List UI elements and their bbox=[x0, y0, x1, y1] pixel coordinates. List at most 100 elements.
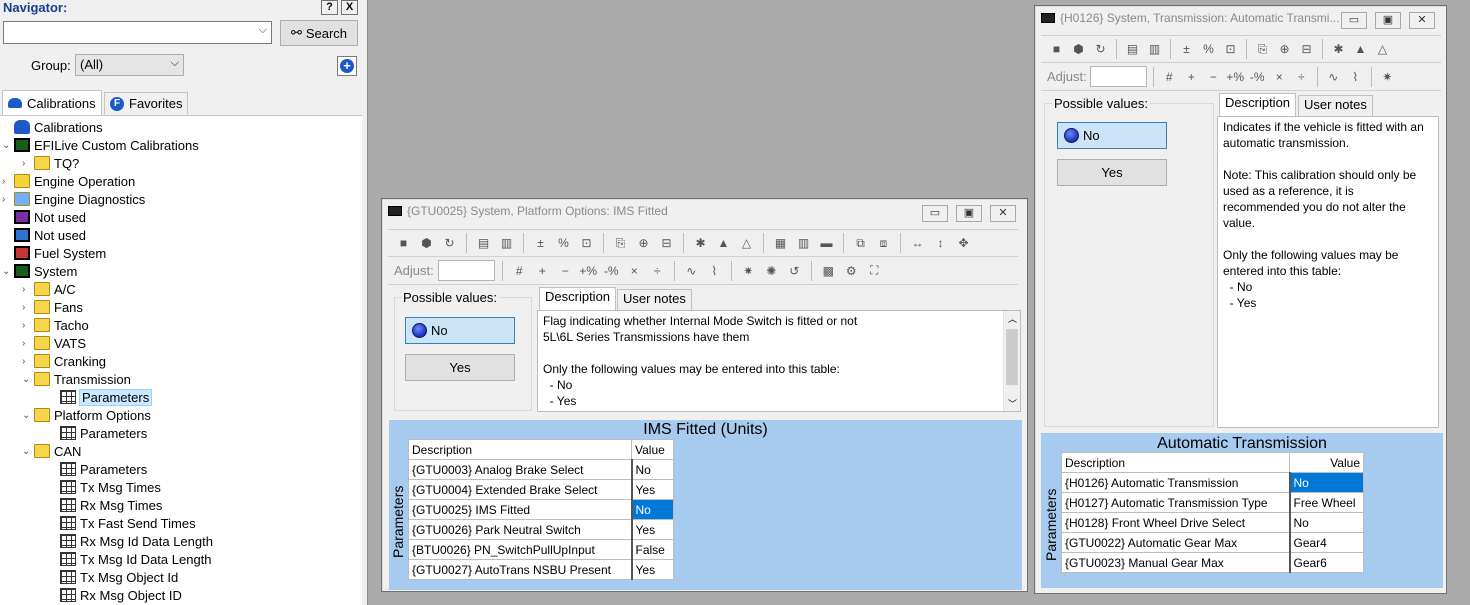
row-value-cell[interactable]: No bbox=[631, 499, 674, 520]
tab-favorites[interactable]: F Favorites bbox=[104, 92, 189, 114]
tree-node[interactable]: Rx Msg Times bbox=[48, 496, 162, 514]
compare-alt-icon[interactable]: ⧈ bbox=[874, 234, 893, 253]
chevron-right-icon[interactable]: › bbox=[2, 194, 14, 205]
group-select[interactable]: (All) ⌵ bbox=[75, 54, 184, 76]
tree-node[interactable]: Not used bbox=[2, 208, 86, 226]
subtract-icon[interactable]: − bbox=[556, 261, 575, 280]
row-value-cell[interactable]: No bbox=[631, 459, 674, 480]
copy-icon[interactable]: ⎘ bbox=[1253, 40, 1272, 59]
add-icon[interactable]: + bbox=[1182, 67, 1201, 86]
tree-node[interactable]: ⌄ System bbox=[2, 262, 77, 280]
tab-calibrations[interactable]: Calibrations bbox=[2, 90, 102, 115]
chevron-down-icon[interactable]: ⌄ bbox=[2, 140, 14, 151]
adjust-input[interactable] bbox=[437, 260, 495, 281]
gear-icon[interactable]: ⚙ bbox=[842, 261, 861, 280]
alternate-icon[interactable]: ▥ bbox=[1145, 40, 1164, 59]
percent-icon[interactable]: % bbox=[554, 234, 573, 253]
chevron-right-icon[interactable]: › bbox=[22, 158, 34, 169]
plus-minus-icon[interactable]: ± bbox=[531, 234, 550, 253]
close-window-button[interactable]: ✕ bbox=[1409, 12, 1435, 29]
help-button[interactable]: ? bbox=[321, 0, 338, 15]
close-window-button[interactable]: ✕ bbox=[990, 205, 1016, 222]
tree-node[interactable]: Parameters bbox=[48, 424, 147, 442]
tree-node[interactable]: Not used bbox=[2, 226, 86, 244]
maximize-button[interactable]: ▣ bbox=[1375, 12, 1401, 29]
percent-box-icon[interactable]: ⊡ bbox=[1221, 40, 1240, 59]
move-icon[interactable]: ✥ bbox=[954, 234, 973, 253]
subtract-icon[interactable]: − bbox=[1204, 67, 1223, 86]
search-button[interactable]: ⚯ Search bbox=[280, 20, 358, 46]
row-value-cell[interactable]: Yes bbox=[631, 479, 674, 500]
tree-node[interactable]: Parameters bbox=[48, 460, 147, 478]
divide-icon[interactable]: ÷ bbox=[648, 261, 667, 280]
bug-icon[interactable]: ✱ bbox=[1329, 40, 1348, 59]
value-yes-button[interactable]: Yes bbox=[405, 354, 515, 381]
table-view-icon[interactable]: ▩ bbox=[819, 261, 838, 280]
value-yes-button[interactable]: Yes bbox=[1057, 159, 1167, 186]
tree-node[interactable]: Calibrations bbox=[2, 118, 103, 136]
row-value-cell[interactable]: Gear6 bbox=[1289, 552, 1364, 573]
row-value-cell[interactable]: Free Wheel bbox=[1289, 492, 1364, 513]
row-value-cell[interactable]: False bbox=[631, 539, 674, 560]
row-value-cell[interactable]: Gear4 bbox=[1289, 532, 1364, 553]
cube-icon[interactable]: ⬢ bbox=[1069, 40, 1088, 59]
calibration-tree[interactable]: Calibrations ⌄ EFILive Custom Calibrations… bbox=[0, 115, 362, 605]
stop-icon[interactable]: ■ bbox=[1047, 40, 1066, 59]
tab-description[interactable]: Description bbox=[539, 287, 617, 310]
chevron-down-icon[interactable]: ⌄ bbox=[22, 446, 34, 457]
add-group-button[interactable]: + bbox=[337, 56, 357, 76]
maximize-button[interactable]: ▣ bbox=[956, 205, 982, 222]
vertical-arrow-icon[interactable]: ↕ bbox=[931, 234, 950, 253]
add-percent-icon[interactable]: +% bbox=[579, 261, 598, 280]
adjust-input[interactable] bbox=[1089, 66, 1147, 87]
bug-icon[interactable]: ✱ bbox=[691, 234, 710, 253]
refresh-icon[interactable]: ↻ bbox=[1091, 40, 1110, 59]
tree-node[interactable]: ⌄ Transmission bbox=[22, 370, 131, 388]
value-no-button[interactable]: No bbox=[405, 317, 515, 344]
calibrate-icon[interactable]: ▤ bbox=[1123, 40, 1142, 59]
sun-icon[interactable]: ✷ bbox=[1378, 67, 1397, 86]
sun-icon[interactable]: ✷ bbox=[739, 261, 758, 280]
horizontal-arrow-icon[interactable]: ↔ bbox=[908, 234, 927, 253]
value-no-button[interactable]: No bbox=[1057, 122, 1167, 149]
tree-node[interactable]: Parameters bbox=[48, 388, 153, 406]
row-value-cell[interactable]: No bbox=[1289, 472, 1364, 493]
chevron-right-icon[interactable]: › bbox=[22, 320, 34, 331]
multiply-icon[interactable]: × bbox=[625, 261, 644, 280]
tree-node[interactable]: › Engine Diagnostics bbox=[2, 190, 145, 208]
cube-icon[interactable]: ⬢ bbox=[417, 234, 436, 253]
minimize-button[interactable]: ▭ bbox=[922, 205, 948, 222]
tree-node[interactable]: Tx Msg Times bbox=[48, 478, 161, 496]
tree-node[interactable]: ⌄ CAN bbox=[22, 442, 81, 460]
alternate-icon[interactable]: ▥ bbox=[497, 234, 516, 253]
minus-box-icon[interactable]: ⊟ bbox=[657, 234, 676, 253]
row-value-cell[interactable]: Yes bbox=[631, 559, 674, 580]
smooth-icon[interactable]: △ bbox=[737, 234, 756, 253]
fill-icon[interactable]: ▲ bbox=[714, 234, 733, 253]
insert-icon[interactable]: ⊕ bbox=[634, 234, 653, 253]
tree-node[interactable]: Tx Msg Object Id bbox=[48, 568, 178, 586]
scroll-thumb[interactable] bbox=[1006, 329, 1018, 385]
chevron-right-icon[interactable]: › bbox=[22, 302, 34, 313]
row-value-cell[interactable]: Yes bbox=[631, 519, 674, 540]
tab-user-notes[interactable]: User notes bbox=[617, 289, 692, 310]
reload-icon[interactable]: ↺ bbox=[785, 261, 804, 280]
smooth-icon[interactable]: △ bbox=[1373, 40, 1392, 59]
tree-node[interactable]: › Fans bbox=[22, 298, 83, 316]
minimize-button[interactable]: ▭ bbox=[1341, 12, 1367, 29]
cycle-icon[interactable]: ✺ bbox=[762, 261, 781, 280]
close-navigator-button[interactable]: X bbox=[341, 0, 358, 15]
tree-node[interactable]: Rx Msg Object ID bbox=[48, 586, 182, 604]
subtract-percent-icon[interactable]: -% bbox=[602, 261, 621, 280]
tree-node[interactable]: Tx Msg Id Data Length bbox=[48, 550, 212, 568]
subtract-percent-icon[interactable]: -% bbox=[1248, 67, 1267, 86]
plus-minus-icon[interactable]: ± bbox=[1177, 40, 1196, 59]
tree-node[interactable]: › Cranking bbox=[22, 352, 106, 370]
select-all-icon[interactable]: ▦ bbox=[771, 234, 790, 253]
percent-box-icon[interactable]: ⊡ bbox=[577, 234, 596, 253]
insert-icon[interactable]: ⊕ bbox=[1275, 40, 1294, 59]
chevron-right-icon[interactable]: › bbox=[2, 176, 14, 187]
copy-icon[interactable]: ⎘ bbox=[611, 234, 630, 253]
fill-icon[interactable]: ▲ bbox=[1351, 40, 1370, 59]
multiply-icon[interactable]: × bbox=[1270, 67, 1289, 86]
